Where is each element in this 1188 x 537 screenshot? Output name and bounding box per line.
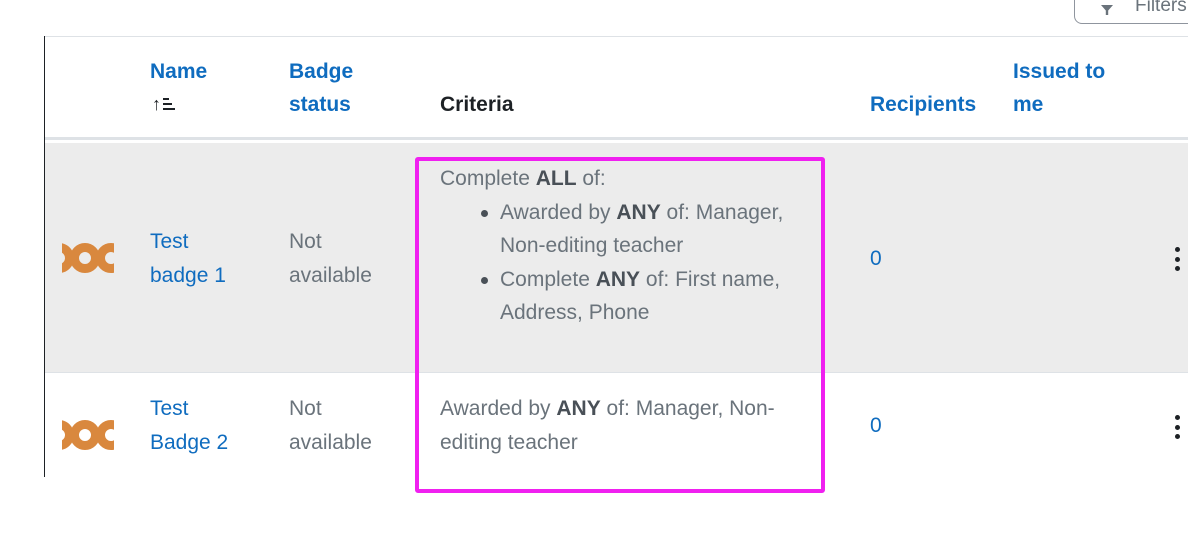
criteria-intro: Complete ALL of: [440,167,606,190]
criteria-list-item: Complete ANY of: First name, Address, Ph… [440,263,820,330]
badge-name-line: badge 1 [150,263,226,287]
column-header-criteria: Criteria [440,93,514,116]
badge-name-line: Test [150,397,189,420]
badge-status-line: available [289,263,372,287]
badge-status: Not available [289,225,372,292]
badge-status: Not available [289,392,372,459]
row-actions-menu-icon[interactable] [1175,247,1181,271]
badges-page: Filters Name ↑ Badge status Criteria Rec… [0,0,1188,537]
criteria-list: Awarded by ANY of: Manager, Non-editing … [440,196,820,330]
sort-ascending-icon[interactable]: ↑ [150,94,178,116]
row-actions-menu-icon[interactable] [1175,415,1181,439]
badge-criteria: Complete ALL of: Awarded by ANY of: Mana… [440,162,820,330]
criteria-line: editing teacher [440,430,578,454]
badge-status-line: Not [289,397,322,420]
column-header-recipients[interactable]: Recipients [870,88,976,121]
badge-name-link[interactable]: Test badge 1 [150,225,226,292]
table-row: Test badge 1 Not available Complete ALL … [45,143,1188,373]
badge-image [62,419,114,453]
filters-button[interactable]: Filters [1074,0,1188,24]
badge-name-line: Badge 2 [150,430,229,454]
badge-status-line: available [289,430,372,454]
badge-image [62,242,114,276]
table-header: Name ↑ Badge status Criteria Recipients … [45,37,1188,140]
badge-criteria: Awarded by ANY of: Manager, Non- editing… [440,392,820,459]
filter-icon [1101,5,1113,15]
column-header-issued-to-me[interactable]: Issued to me [1013,55,1123,121]
badge-name-link[interactable]: Test Badge 2 [150,392,228,459]
badge-status-line: Not [289,230,322,253]
recipients-count-link[interactable]: 0 [870,409,882,443]
criteria-list-item: Awarded by ANY of: Manager, Non-editing … [440,196,820,263]
table-row: Test Badge 2 Not available Awarded by AN… [45,374,1188,477]
badge-name-line: Test [150,230,189,253]
column-header-badge-status[interactable]: Badge status [289,55,389,121]
filters-button-label: Filters [1135,0,1187,16]
recipients-count-link[interactable]: 0 [870,242,882,276]
column-header-name[interactable]: Name ↑ [150,55,260,121]
column-header-name-label: Name [150,60,208,83]
